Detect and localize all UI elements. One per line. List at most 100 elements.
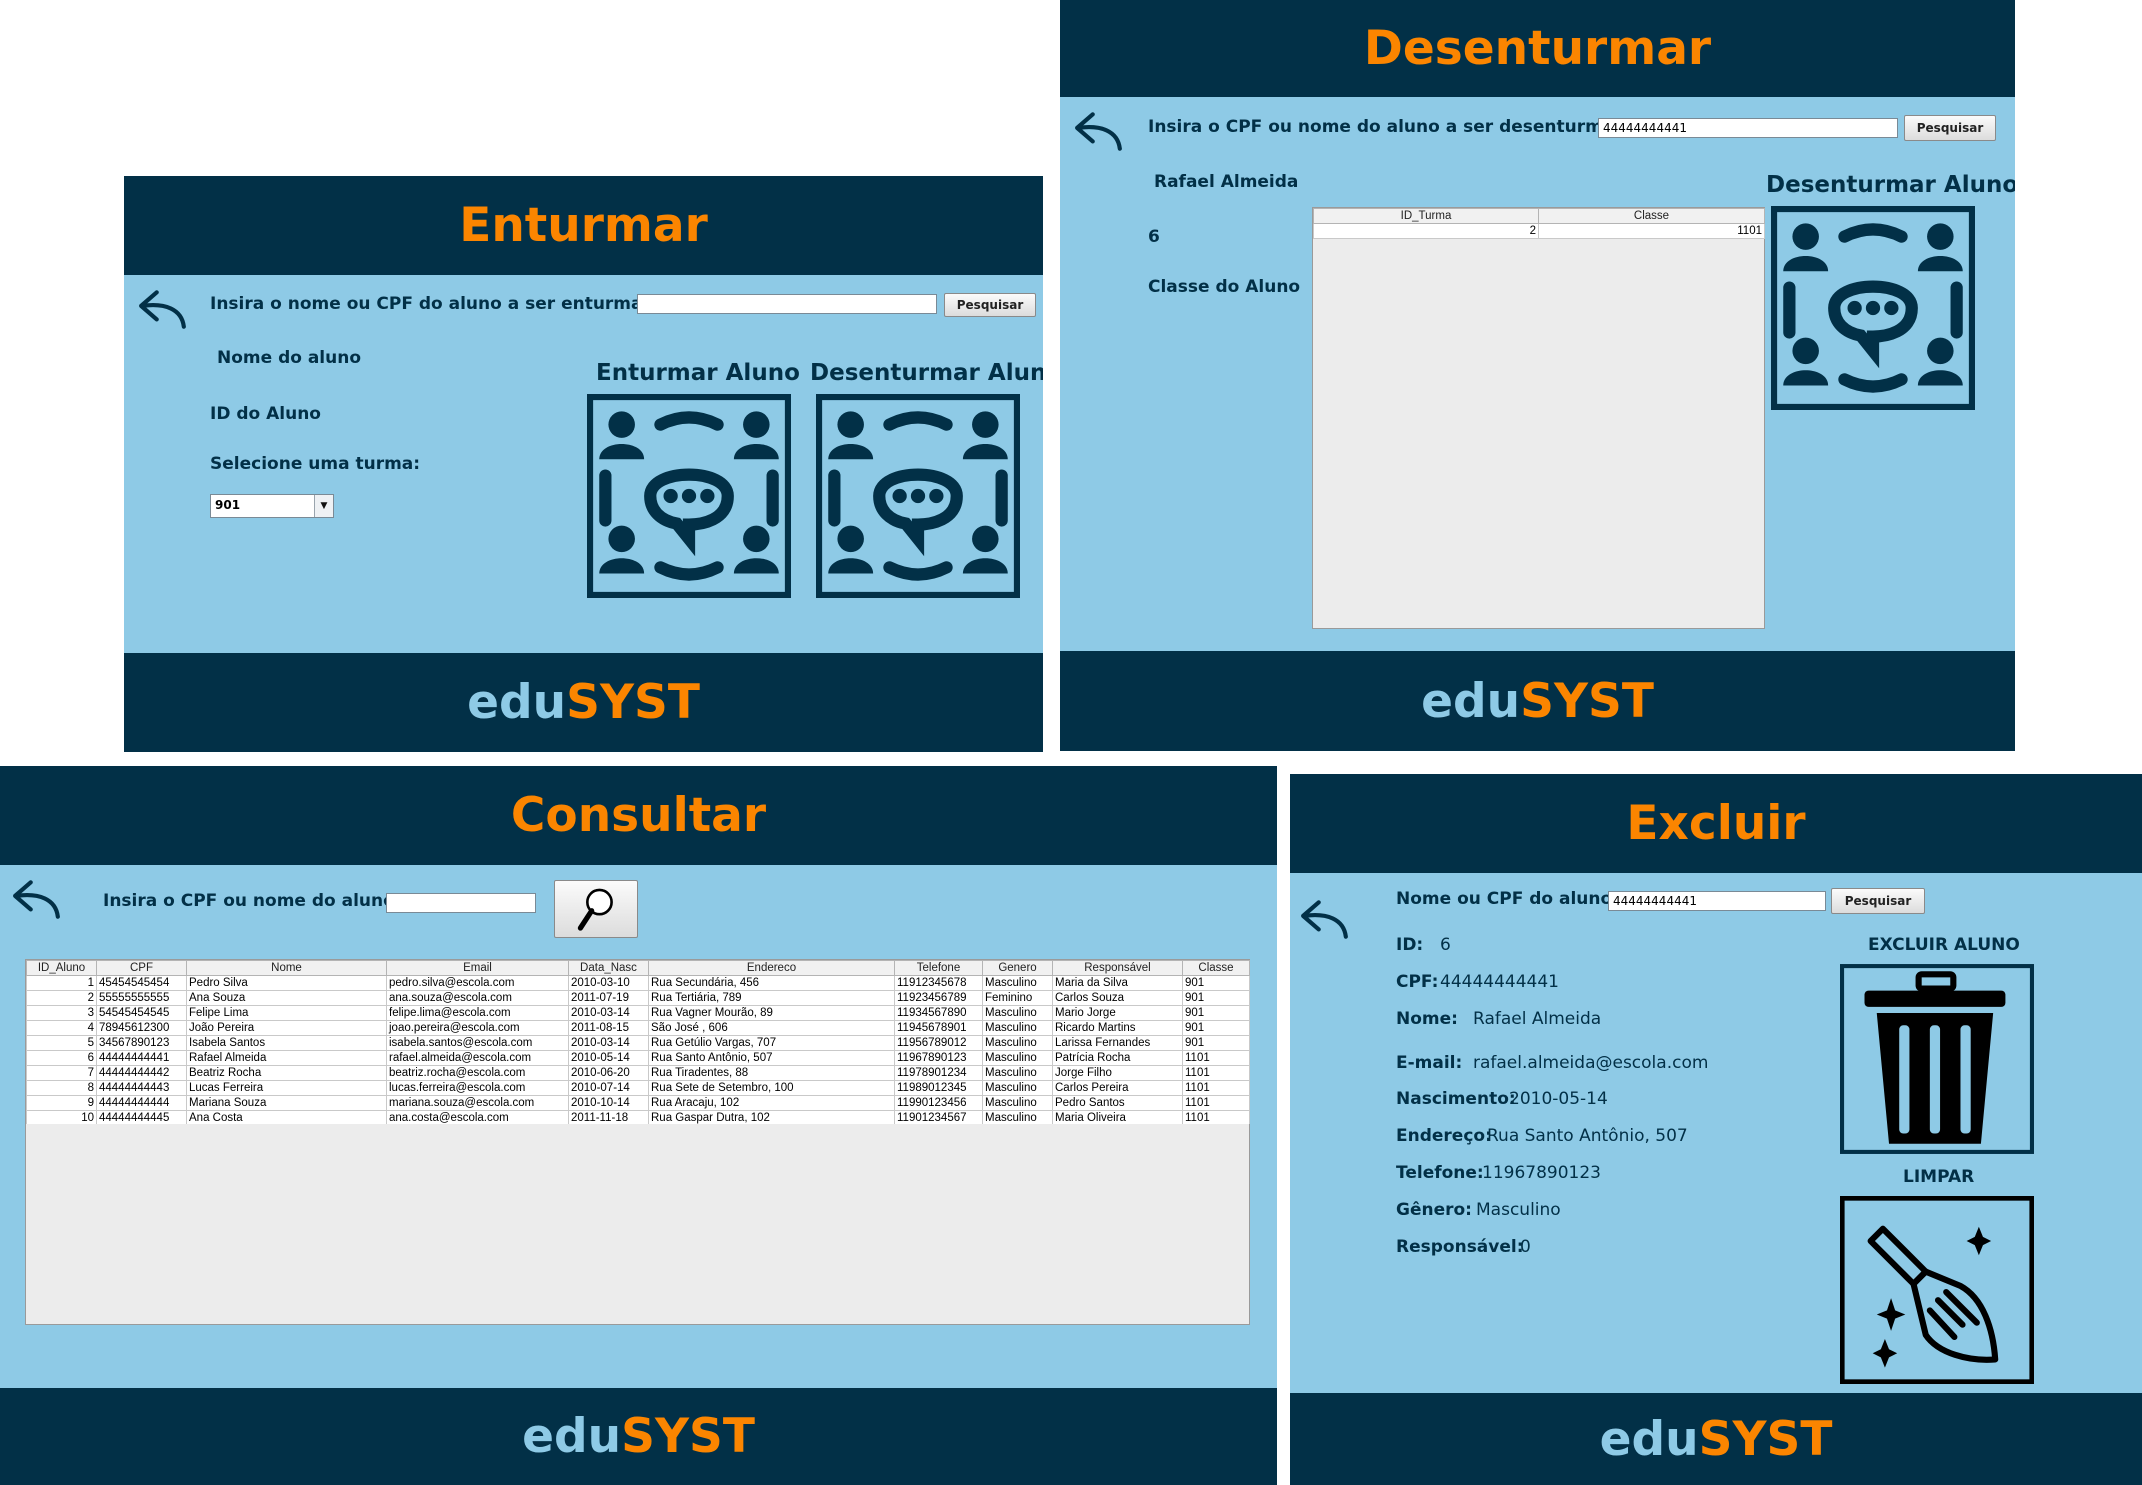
column-header[interactable]: CPF (96, 960, 187, 976)
table-cell: 1101 (1538, 223, 1765, 239)
students-table[interactable]: ID_Aluno CPF Nome Email Data_Nasc Endereco Tel… (25, 959, 1250, 1126)
responsavel-label: Responsável: (1396, 1237, 1524, 1257)
table-row[interactable]: 2 55555555555 Ana Souza ana.souza@escola.co… (26, 990, 1250, 1006)
table-cell: 3 (26, 1005, 97, 1021)
table-row[interactable]: 3 54545454545 Felipe Lima felipe.lima@escol… (26, 1005, 1250, 1021)
table-row[interactable]: 5 34567890123 Isabela Santos isabela.santos… (26, 1035, 1250, 1051)
table-cell: Rua Getúlio Vargas, 707 (648, 1035, 895, 1051)
table-cell: 2 (26, 990, 97, 1006)
class-select[interactable]: 901 ▼ (210, 494, 334, 518)
back-arrow-icon[interactable] (138, 288, 188, 330)
table-cell: Masculino (982, 1005, 1053, 1021)
table-cell: felipe.lima@escola.com (386, 1005, 569, 1021)
column-header[interactable]: Nome (186, 960, 387, 976)
table-cell: Ricardo Martins (1052, 1020, 1183, 1036)
table-cell: 1101 (1182, 1080, 1250, 1096)
consultar-search-button[interactable] (554, 880, 638, 938)
table-row[interactable]: 2 1101 (1313, 223, 1765, 239)
table-cell: 2010-07-14 (568, 1080, 649, 1096)
table-cell: beatriz.rocha@escola.com (386, 1065, 569, 1081)
table-row[interactable]: 6 44444444441 Rafael Almeida rafael.almeida… (26, 1050, 1250, 1066)
limpar-title: LIMPAR (1903, 1167, 1975, 1187)
trash-can-icon[interactable] (1840, 964, 2034, 1154)
desenturmar-search-input[interactable] (1598, 118, 1898, 138)
table-row[interactable]: 4 78945612300 João Pereira joao.pereira@esc… (26, 1020, 1250, 1036)
table-row[interactable]: 1 45454545454 Pedro Silva pedro.silva@escol… (26, 975, 1250, 991)
nome-value: Rafael Almeida (1473, 1009, 1602, 1029)
desenturmar-footer: edu SYST (1060, 651, 2015, 751)
table-cell: 6 (26, 1050, 97, 1066)
table-cell: 2010-10-14 (568, 1095, 649, 1111)
column-header[interactable]: Classe (1538, 208, 1765, 224)
desenturmar-title: Desenturmar (1363, 21, 1712, 76)
excluir-panel: Excluir Nome ou CPF do aluno: Pesquisar … (1290, 774, 2142, 1485)
table-row[interactable]: 9 44444444444 Mariana Souza mariana.souza@e… (26, 1095, 1250, 1111)
table-cell: 5 (26, 1035, 97, 1051)
table-cell: 11990123456 (894, 1095, 983, 1111)
genero-value: Masculino (1476, 1200, 1561, 1220)
column-header[interactable]: Genero (982, 960, 1053, 976)
table-row[interactable]: 7 44444444442 Beatriz Rocha beatriz.rocha@e… (26, 1065, 1250, 1081)
table-cell: pedro.silva@escola.com (386, 975, 569, 991)
enturmar-search-button[interactable]: Pesquisar (944, 293, 1036, 317)
table-cell: Masculino (982, 975, 1053, 991)
table-cell: Mario Jorge (1052, 1005, 1183, 1021)
desenturmar-search-button[interactable]: Pesquisar (1904, 115, 1996, 141)
column-header[interactable]: Telefone (894, 960, 983, 976)
table-cell: João Pereira (186, 1020, 387, 1036)
telefone-value: 11967890123 (1482, 1163, 1601, 1183)
table-cell: ana.souza@escola.com (386, 990, 569, 1006)
enturmar-group-chat-icon[interactable] (587, 394, 791, 598)
cpf-label: CPF: (1396, 972, 1439, 992)
table-cell: Rafael Almeida (186, 1050, 387, 1066)
column-header[interactable]: Email (386, 960, 569, 976)
column-header[interactable]: ID_Turma (1313, 208, 1539, 224)
email-label: E-mail: (1396, 1053, 1463, 1073)
column-header[interactable]: Classe (1182, 960, 1250, 976)
table-cell: São José , 606 (648, 1020, 895, 1036)
excluir-search-button[interactable]: Pesquisar (1831, 888, 1925, 914)
desenturmar-group-chat-icon[interactable] (1771, 206, 1975, 410)
table-cell: 11945678901 (894, 1020, 983, 1036)
table-cell: 34567890123 (96, 1035, 187, 1051)
back-arrow-icon[interactable] (12, 878, 62, 920)
table-cell: 11989012345 (894, 1080, 983, 1096)
consultar-search-input[interactable] (386, 893, 536, 913)
class-table[interactable]: ID_Turma Classe 2 1101 (1312, 207, 1765, 629)
table-cell: 901 (1182, 975, 1250, 991)
brand-edu: edu (522, 1409, 622, 1464)
column-header[interactable]: Responsável (1052, 960, 1183, 976)
table-cell: 11923456789 (894, 990, 983, 1006)
table-cell: 44444444443 (96, 1080, 187, 1096)
email-value: rafael.almeida@escola.com (1473, 1053, 1709, 1073)
nome-label: Nome: (1396, 1009, 1458, 1029)
enturmar-panel: Enturmar Insira o nome ou CPF do aluno a… (124, 176, 1043, 752)
table-cell: Mariana Souza (186, 1095, 387, 1111)
table-cell: 2010-05-14 (568, 1050, 649, 1066)
brand-syst: SYST (621, 1409, 755, 1464)
table-cell: Masculino (982, 1065, 1053, 1081)
column-header[interactable]: Endereco (648, 960, 895, 976)
student-name-value: Rafael Almeida (1154, 172, 1299, 192)
column-header[interactable]: ID_Aluno (26, 960, 97, 976)
excluir-search-input[interactable] (1608, 891, 1826, 911)
back-arrow-icon[interactable] (1074, 110, 1124, 152)
nascimento-label: Nascimento: (1396, 1089, 1516, 1109)
enturmar-search-input[interactable] (637, 294, 937, 314)
back-arrow-icon[interactable] (1300, 898, 1350, 940)
table-cell: Lucas Ferreira (186, 1080, 387, 1096)
table-cell: Ana Souza (186, 990, 387, 1006)
column-header[interactable]: Data_Nasc (568, 960, 649, 976)
broom-icon[interactable] (1840, 1196, 2034, 1384)
table-cell: rafael.almeida@escola.com (386, 1050, 569, 1066)
table-cell: 2010-03-10 (568, 975, 649, 991)
class-table-grid: ID_Turma Classe 2 1101 (1313, 208, 1765, 239)
table-cell: Masculino (982, 1080, 1053, 1096)
desenturmar-panel: Desenturmar Insira o CPF ou nome do alun… (1060, 0, 2015, 751)
table-cell: 44444444444 (96, 1095, 187, 1111)
desenturmar-group-chat-icon[interactable] (816, 394, 1020, 598)
table-cell: Carlos Souza (1052, 990, 1183, 1006)
chevron-down-icon[interactable]: ▼ (314, 495, 333, 517)
enturmar-header: Enturmar (124, 176, 1043, 275)
table-row[interactable]: 8 44444444443 Lucas Ferreira lucas.ferreira… (26, 1080, 1250, 1096)
